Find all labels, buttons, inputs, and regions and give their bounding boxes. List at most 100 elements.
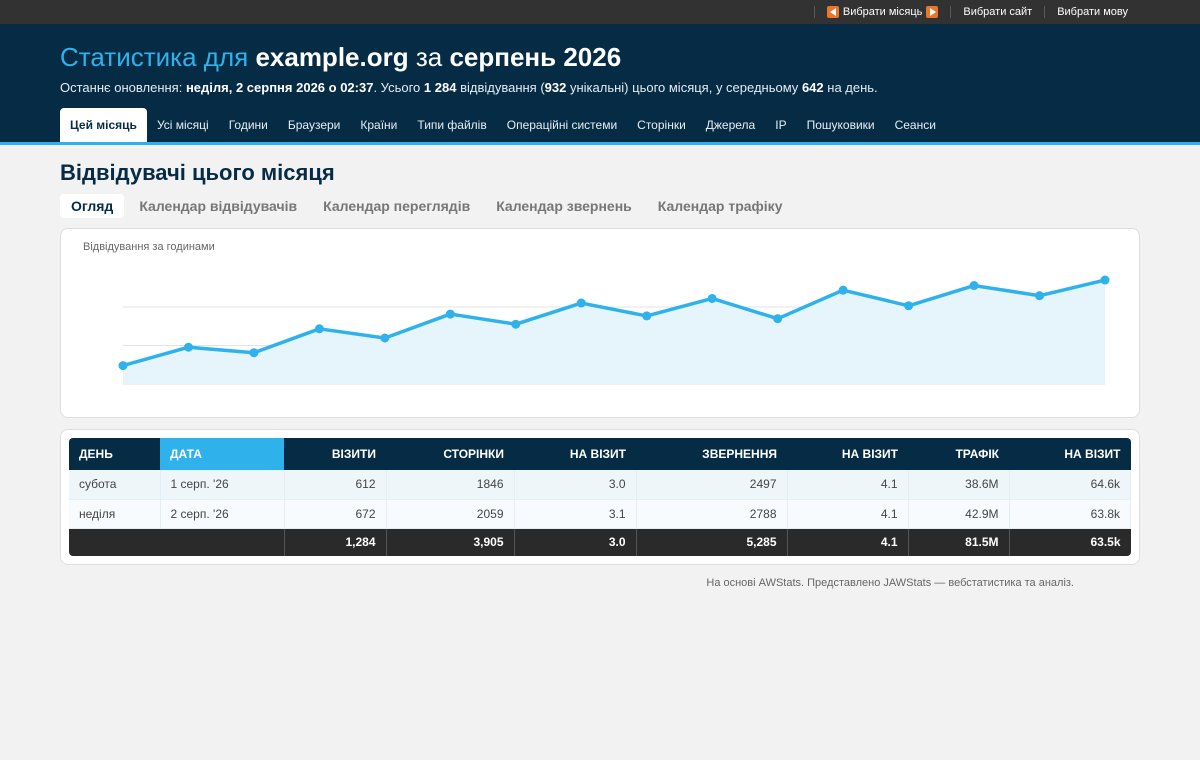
select-month-label: Вибрати місяць bbox=[842, 6, 923, 18]
tab-hours[interactable]: Години bbox=[219, 108, 278, 142]
chart-point[interactable] bbox=[576, 298, 586, 308]
subtab-pages-calendar[interactable]: Календар переглядів bbox=[312, 194, 481, 218]
chart-point[interactable] bbox=[838, 285, 848, 295]
tab-filetypes[interactable]: Типи файлів bbox=[407, 108, 496, 142]
table-row: неділя 2 серп. '26 672 2059 3.1 2788 4.1… bbox=[69, 499, 1131, 529]
subtab-traffic-calendar[interactable]: Календар трафіку bbox=[647, 194, 794, 218]
total-label: . Усього bbox=[373, 80, 421, 95]
table-totals-row: 1,284 3,905 3.0 5,285 4.1 81.5M 63.5k bbox=[69, 528, 1131, 556]
chart-point[interactable] bbox=[511, 319, 521, 329]
chart-point[interactable] bbox=[707, 293, 717, 303]
cell-pages: 1846 bbox=[386, 470, 515, 500]
chart-point[interactable] bbox=[1100, 275, 1110, 285]
subtab-overview[interactable]: Огляд bbox=[60, 194, 125, 218]
select-month-link[interactable]: Вибрати місяць bbox=[813, 6, 951, 18]
main-content: Відвідувачі цього місяця Огляд Календар … bbox=[0, 160, 1200, 589]
cell-pages-per-visit: 3.0 bbox=[514, 470, 637, 500]
total-hits-cell: 5,285 bbox=[636, 528, 788, 556]
tab-operating-systems[interactable]: Операційні системи bbox=[497, 108, 627, 142]
cell-traffic: 42.9M bbox=[908, 499, 1010, 529]
previous-month-icon[interactable] bbox=[826, 6, 839, 18]
daily-stats-table: ДЕНЬ ДАТА ВІЗИТИ СТОРІНКИ НА ВІЗИТ ЗВЕРН… bbox=[69, 438, 1131, 556]
subtab-hits-calendar[interactable]: Календар звернень bbox=[485, 194, 643, 218]
chart-point[interactable] bbox=[249, 348, 259, 358]
total-pages-per-visit-cell: 3.0 bbox=[514, 528, 637, 556]
summary-line: Останнє оновлення: неділя, 2 серпня 2026… bbox=[60, 80, 1140, 95]
chart-point[interactable] bbox=[380, 333, 390, 343]
visits-chart bbox=[118, 275, 1110, 385]
updated-value: неділя, 2 серпня 2026 о 02:37 bbox=[185, 80, 374, 95]
cell-date: 1 серп. '26 bbox=[160, 470, 285, 500]
col-pages[interactable]: СТОРІНКИ bbox=[386, 438, 514, 470]
total-traffic-cell: 81.5M bbox=[908, 528, 1010, 556]
col-hits[interactable]: ЗВЕРНЕННЯ bbox=[636, 438, 787, 470]
cell-pages-per-visit: 3.1 bbox=[514, 499, 637, 529]
title-mid: за bbox=[415, 42, 443, 72]
col-day[interactable]: ДЕНЬ bbox=[69, 438, 160, 470]
total-visits: 1 284 bbox=[423, 80, 457, 95]
cell-hits-per-visit: 4.1 bbox=[787, 499, 909, 529]
total-blank bbox=[69, 528, 285, 556]
tab-referrers[interactable]: Джерела bbox=[696, 108, 765, 142]
chart-point[interactable] bbox=[1035, 291, 1045, 301]
section-title: Відвідувачі цього місяця bbox=[60, 160, 335, 185]
visits-label: відвідування ( bbox=[460, 80, 545, 95]
view-subtabs: Огляд Календар відвідувачів Календар пер… bbox=[60, 194, 1140, 218]
tab-sessions[interactable]: Сеанси bbox=[885, 108, 946, 142]
table-header-row: ДЕНЬ ДАТА ВІЗИТИ СТОРІНКИ НА ВІЗИТ ЗВЕРН… bbox=[69, 438, 1131, 470]
tab-ip[interactable]: IP bbox=[765, 108, 796, 142]
cell-visits: 672 bbox=[284, 499, 387, 529]
col-visits[interactable]: ВІЗИТИ bbox=[284, 438, 386, 470]
avg-per-day: 642 bbox=[801, 80, 824, 95]
tab-browsers[interactable]: Браузери bbox=[278, 108, 351, 142]
tab-pages[interactable]: Сторінки bbox=[627, 108, 696, 142]
select-language-link[interactable]: Вибрати мову bbox=[1044, 6, 1140, 18]
col-traffic-per-visit[interactable]: НА ВІЗИТ bbox=[1009, 438, 1131, 470]
per-day-label: на день. bbox=[827, 80, 878, 95]
cell-traffic-per-visit: 64.6k bbox=[1009, 470, 1131, 500]
total-hits-per-visit-cell: 4.1 bbox=[787, 528, 909, 556]
cell-hits: 2497 bbox=[636, 470, 788, 500]
total-pages-cell: 3,905 bbox=[386, 528, 515, 556]
chart-point[interactable] bbox=[445, 309, 455, 319]
site-name: example.org bbox=[255, 42, 409, 72]
subtab-visitors-calendar[interactable]: Календар відвідувачів bbox=[128, 194, 308, 218]
top-links: Вибрати місяць Вибрати сайт Вибрати мову bbox=[813, 0, 1140, 24]
tab-countries[interactable]: Країни bbox=[350, 108, 407, 142]
page-header: Статистика для example.org за серпень 20… bbox=[0, 24, 1200, 145]
title-prefix: Статистика для bbox=[60, 42, 249, 72]
chart-point[interactable] bbox=[904, 301, 914, 311]
col-date[interactable]: ДАТА bbox=[160, 438, 284, 470]
page-title: Статистика для example.org за серпень 20… bbox=[60, 40, 1140, 74]
cell-day: субота bbox=[69, 470, 161, 500]
main-nav: Цей місяць Усі місяці Години Браузери Кр… bbox=[60, 108, 946, 142]
period-name: серпень 2026 bbox=[449, 42, 622, 72]
updated-label: Останнє оновлення: bbox=[60, 80, 183, 95]
cell-hits-per-visit: 4.1 bbox=[787, 470, 909, 500]
total-visits-cell: 1,284 bbox=[284, 528, 387, 556]
chart-point[interactable] bbox=[314, 324, 324, 334]
chart-point[interactable] bbox=[969, 281, 979, 291]
unique-visits: 932 bbox=[544, 80, 567, 95]
top-bar: Вибрати місяць Вибрати сайт Вибрати мову bbox=[0, 0, 1200, 24]
col-pages-per-visit[interactable]: НА ВІЗИТ bbox=[514, 438, 636, 470]
col-traffic[interactable]: ТРАФІК bbox=[908, 438, 1009, 470]
tab-all-months[interactable]: Усі місяці bbox=[147, 108, 219, 142]
cell-date: 2 серп. '26 bbox=[160, 499, 285, 529]
unique-label: унікальні) цього місяця, у середньому bbox=[569, 80, 799, 95]
tab-search-engines[interactable]: Пошуковики bbox=[797, 108, 885, 142]
chart-point[interactable] bbox=[773, 314, 783, 324]
cell-pages: 2059 bbox=[386, 499, 515, 529]
col-hits-per-visit[interactable]: НА ВІЗИТ bbox=[787, 438, 908, 470]
page-footer: На основі AWStats. Представлено JAWStats… bbox=[706, 577, 1074, 589]
chart-point[interactable] bbox=[642, 311, 652, 321]
total-traffic-per-visit-cell: 63.5k bbox=[1009, 528, 1131, 556]
tab-this-month[interactable]: Цей місяць bbox=[60, 108, 147, 142]
chart-card: Відвідування за годинами bbox=[60, 228, 1140, 418]
next-month-icon[interactable] bbox=[926, 6, 939, 18]
table-card: ДЕНЬ ДАТА ВІЗИТИ СТОРІНКИ НА ВІЗИТ ЗВЕРН… bbox=[60, 429, 1140, 565]
chart-point[interactable] bbox=[183, 342, 193, 352]
select-site-link[interactable]: Вибрати сайт bbox=[950, 6, 1044, 18]
cell-traffic: 38.6M bbox=[908, 470, 1010, 500]
chart-point[interactable] bbox=[118, 361, 128, 371]
